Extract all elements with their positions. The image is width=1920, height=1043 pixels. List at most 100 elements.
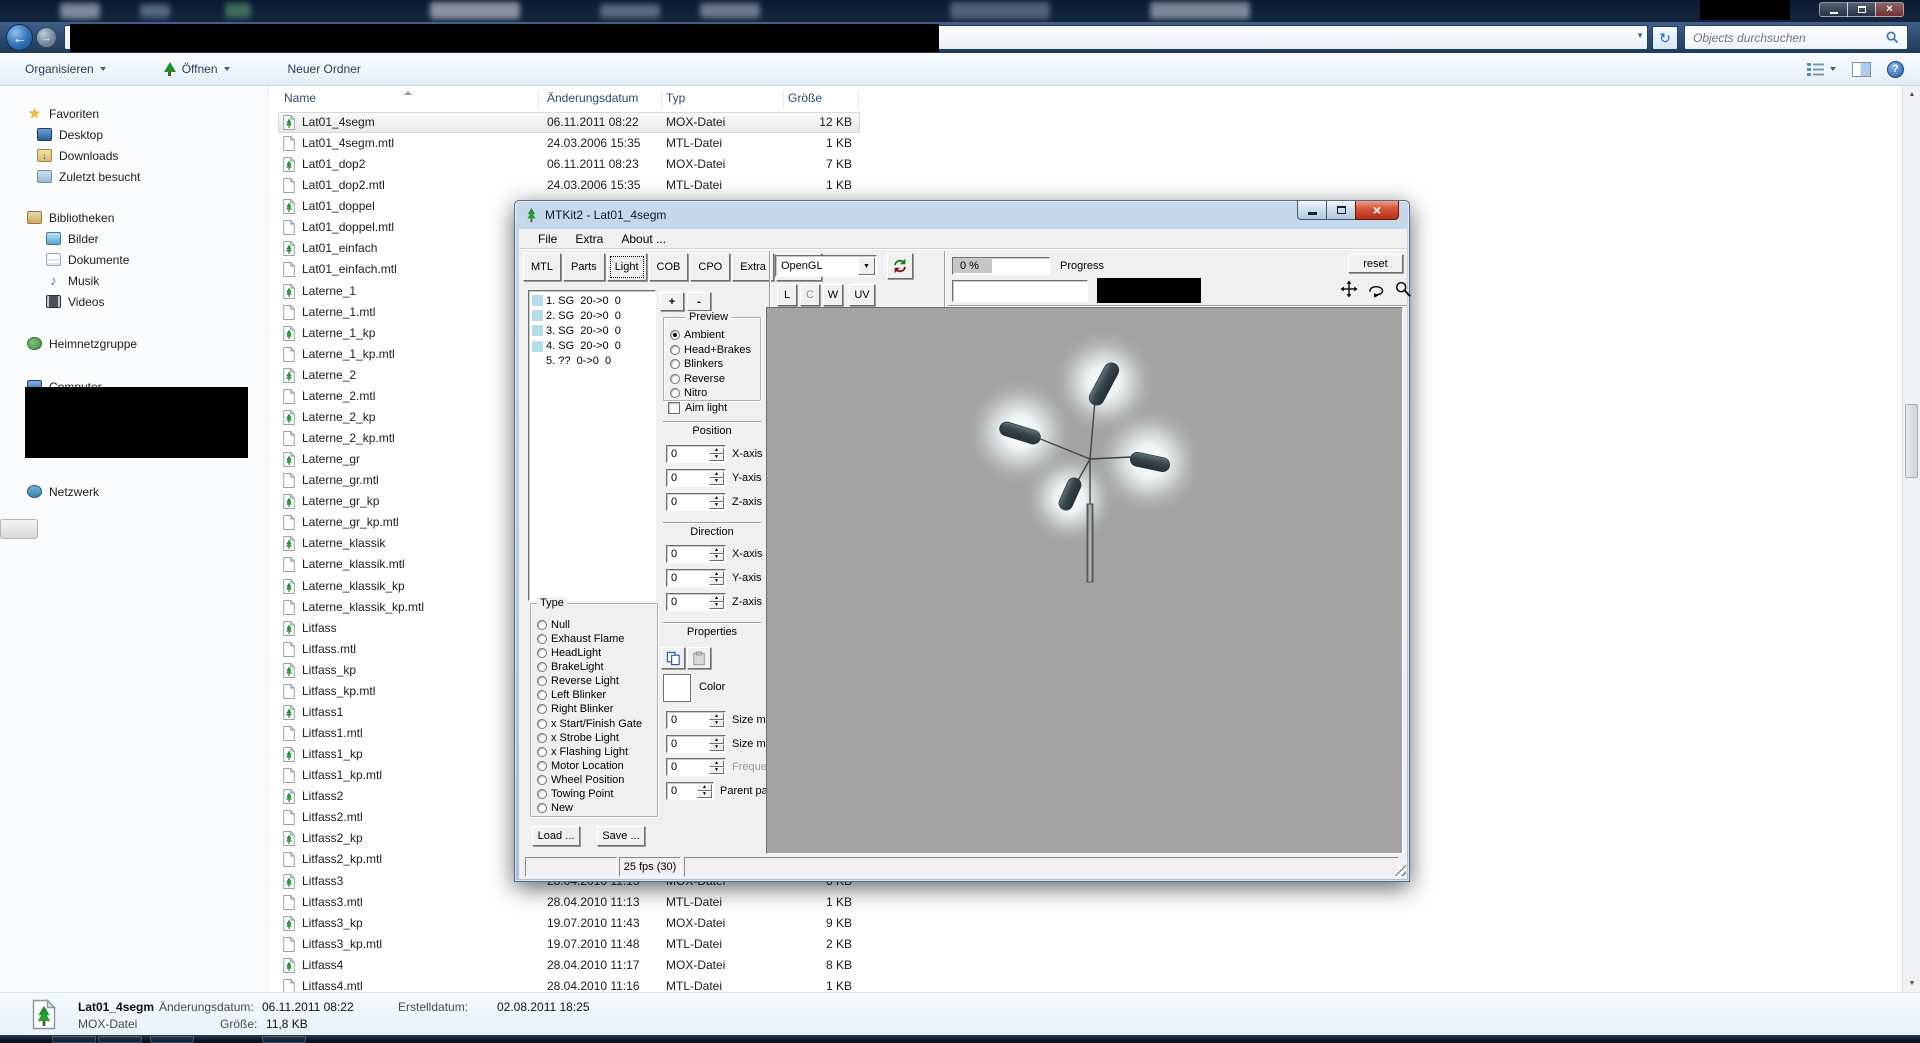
- sidebar-item[interactable]: Dokumente: [0, 249, 267, 270]
- spinner-field[interactable]: 0 ▲▼: [666, 493, 726, 511]
- light-list-item[interactable]: 4. SG 20->0 0: [531, 339, 621, 354]
- rotate-icon[interactable]: [1366, 279, 1386, 299]
- radio-option[interactable]: Reverse Light: [537, 675, 619, 687]
- tab-button[interactable]: Extra: [732, 253, 774, 281]
- column-header-name[interactable]: Name: [284, 91, 316, 105]
- tab-button[interactable]: CPO: [690, 253, 730, 281]
- copy-button[interactable]: [661, 647, 685, 669]
- spin-up-icon[interactable]: ▲: [709, 495, 724, 502]
- column-header-size[interactable]: Größe: [788, 91, 822, 105]
- scrollbar-thumb[interactable]: [1905, 404, 1918, 478]
- close-button[interactable]: ×: [1875, 2, 1904, 17]
- sidebar-item[interactable]: Zuletzt besucht: [0, 166, 267, 187]
- views-button[interactable]: [1807, 62, 1836, 76]
- minimize-button[interactable]: [1297, 201, 1327, 220]
- vertical-scrollbar[interactable]: ▲ ▼: [1902, 86, 1920, 992]
- spinner-field[interactable]: 0 ▲▼: [666, 593, 726, 611]
- tab-button[interactable]: Parts: [563, 253, 605, 281]
- sidebar-item[interactable]: Videos: [0, 291, 267, 312]
- light-list-item[interactable]: 3. SG 20->0 0: [531, 323, 621, 338]
- mtkit2-titlebar[interactable]: MTKit2 - Lat01_4segm: [515, 201, 1409, 229]
- tab-button[interactable]: COB: [649, 253, 689, 281]
- table-row[interactable]: Litfass3.mtl 28.04.2010 11:13 MTL-Datei …: [268, 892, 860, 913]
- view-mode-button[interactable]: UV: [849, 284, 875, 306]
- paste-button-disabled[interactable]: [687, 647, 711, 669]
- preview-pane-button[interactable]: [1852, 62, 1871, 77]
- spin-up-icon[interactable]: ▲: [709, 737, 724, 744]
- sidebar-item[interactable]: Netzwerk: [0, 481, 267, 502]
- spin-up-icon[interactable]: ▲: [709, 447, 724, 454]
- radio-option[interactable]: Right Blinker: [537, 703, 613, 715]
- radio-option[interactable]: Null: [537, 619, 570, 631]
- taskbar-button[interactable]: [150, 1036, 194, 1043]
- minimize-button[interactable]: [1819, 2, 1848, 17]
- reload-renderer-button[interactable]: [887, 253, 913, 279]
- taskbar-button[interactable]: [52, 1036, 96, 1043]
- close-button[interactable]: ×: [1355, 201, 1399, 220]
- add-light-button[interactable]: +: [660, 292, 684, 311]
- tab-button[interactable]: MTL: [523, 253, 561, 281]
- scroll-up-icon[interactable]: ▲: [1903, 86, 1920, 103]
- radio-option[interactable]: Exhaust Flame: [537, 633, 624, 645]
- spin-down-icon[interactable]: ▼: [709, 454, 724, 461]
- spin-up-icon[interactable]: ▲: [709, 571, 724, 578]
- command-input[interactable]: [952, 280, 1088, 302]
- menu-item[interactable]: File: [529, 232, 566, 246]
- pan-icon[interactable]: [1339, 279, 1359, 299]
- radio-option[interactable]: Motor Location: [537, 760, 624, 772]
- spin-down-icon[interactable]: ▼: [709, 578, 724, 585]
- radio-option[interactable]: Wheel Position: [537, 774, 624, 786]
- radio-option[interactable]: New: [537, 802, 573, 814]
- view-mode-button[interactable]: W: [823, 284, 843, 306]
- spin-down-icon[interactable]: ▼: [709, 602, 724, 609]
- maximize-button[interactable]: [1326, 201, 1356, 220]
- new-folder-button[interactable]: Neuer Ordner: [277, 57, 372, 81]
- spinner-field[interactable]: 0 ▲▼: [666, 782, 714, 800]
- table-row[interactable]: Litfass3_kp.mtl 19.07.2010 11:48 MTL-Dat…: [268, 934, 860, 955]
- spinner-field[interactable]: 0 ▲▼: [666, 545, 726, 563]
- search-input[interactable]: [1693, 31, 1886, 45]
- column-divider[interactable]: [661, 91, 662, 109]
- sidebar-item[interactable]: Favoriten: [0, 103, 267, 124]
- spin-down-icon[interactable]: ▼: [697, 791, 712, 798]
- spin-down-icon[interactable]: ▼: [709, 767, 724, 774]
- taskbar-button[interactable]: [262, 1036, 306, 1043]
- radio-option[interactable]: Left Blinker: [537, 689, 606, 701]
- spin-up-icon[interactable]: ▲: [709, 760, 724, 767]
- spin-up-icon[interactable]: ▲: [709, 471, 724, 478]
- spin-up-icon[interactable]: ▲: [697, 784, 712, 791]
- radio-option[interactable]: Towing Point: [537, 788, 613, 800]
- column-header-modified[interactable]: Änderungsdatum: [547, 91, 638, 105]
- open-button[interactable]: Öffnen: [153, 57, 241, 81]
- organize-button[interactable]: Organisieren: [14, 57, 117, 81]
- table-row[interactable]: Lat01_dop2 06.11.2011 08:23 MOX-Datei 7 …: [268, 154, 860, 175]
- spin-down-icon[interactable]: ▼: [709, 720, 724, 727]
- aim-light-checkbox[interactable]: Aim light: [668, 402, 727, 414]
- sidebar-item[interactable]: Bibliotheken: [0, 207, 267, 228]
- table-row[interactable]: Lat01_dop2.mtl 24.03.2006 15:35 MTL-Date…: [268, 175, 860, 196]
- spinner-field[interactable]: 0 ▲▼: [666, 735, 726, 753]
- light-list-item[interactable]: 2. SG 20->0 0: [531, 308, 621, 323]
- maximize-button[interactable]: [1847, 2, 1876, 17]
- spinner-field[interactable]: 0 ▲▼: [666, 469, 726, 487]
- remove-light-button[interactable]: -: [687, 292, 711, 311]
- help-button[interactable]: ?: [1887, 61, 1904, 78]
- taskbar-sliver[interactable]: [0, 1035, 1920, 1043]
- radio-option[interactable]: Ambient: [670, 329, 724, 341]
- scroll-down-icon[interactable]: ▼: [1903, 975, 1920, 992]
- menu-item[interactable]: About ...: [612, 232, 675, 246]
- renderer-select[interactable]: OpenGL ▼: [775, 255, 877, 277]
- spinner-field[interactable]: 0 ▲▼: [666, 711, 726, 729]
- radio-option[interactable]: Reverse: [670, 373, 725, 385]
- radio-option[interactable]: Blinkers: [670, 358, 723, 370]
- forward-button[interactable]: →: [36, 27, 57, 48]
- radio-option[interactable]: x Strobe Light: [537, 732, 619, 744]
- view-mode-button[interactable]: C: [800, 284, 820, 306]
- view-mode-button[interactable]: L: [777, 284, 797, 306]
- sidebar-item[interactable]: Heimnetzgruppe: [0, 333, 267, 354]
- address-dropdown-icon[interactable]: ▼: [1636, 31, 1644, 40]
- spin-down-icon[interactable]: ▼: [709, 502, 724, 509]
- radio-option[interactable]: HeadLight: [537, 647, 601, 659]
- search-box[interactable]: [1684, 25, 1908, 50]
- resize-grip[interactable]: [1392, 862, 1406, 876]
